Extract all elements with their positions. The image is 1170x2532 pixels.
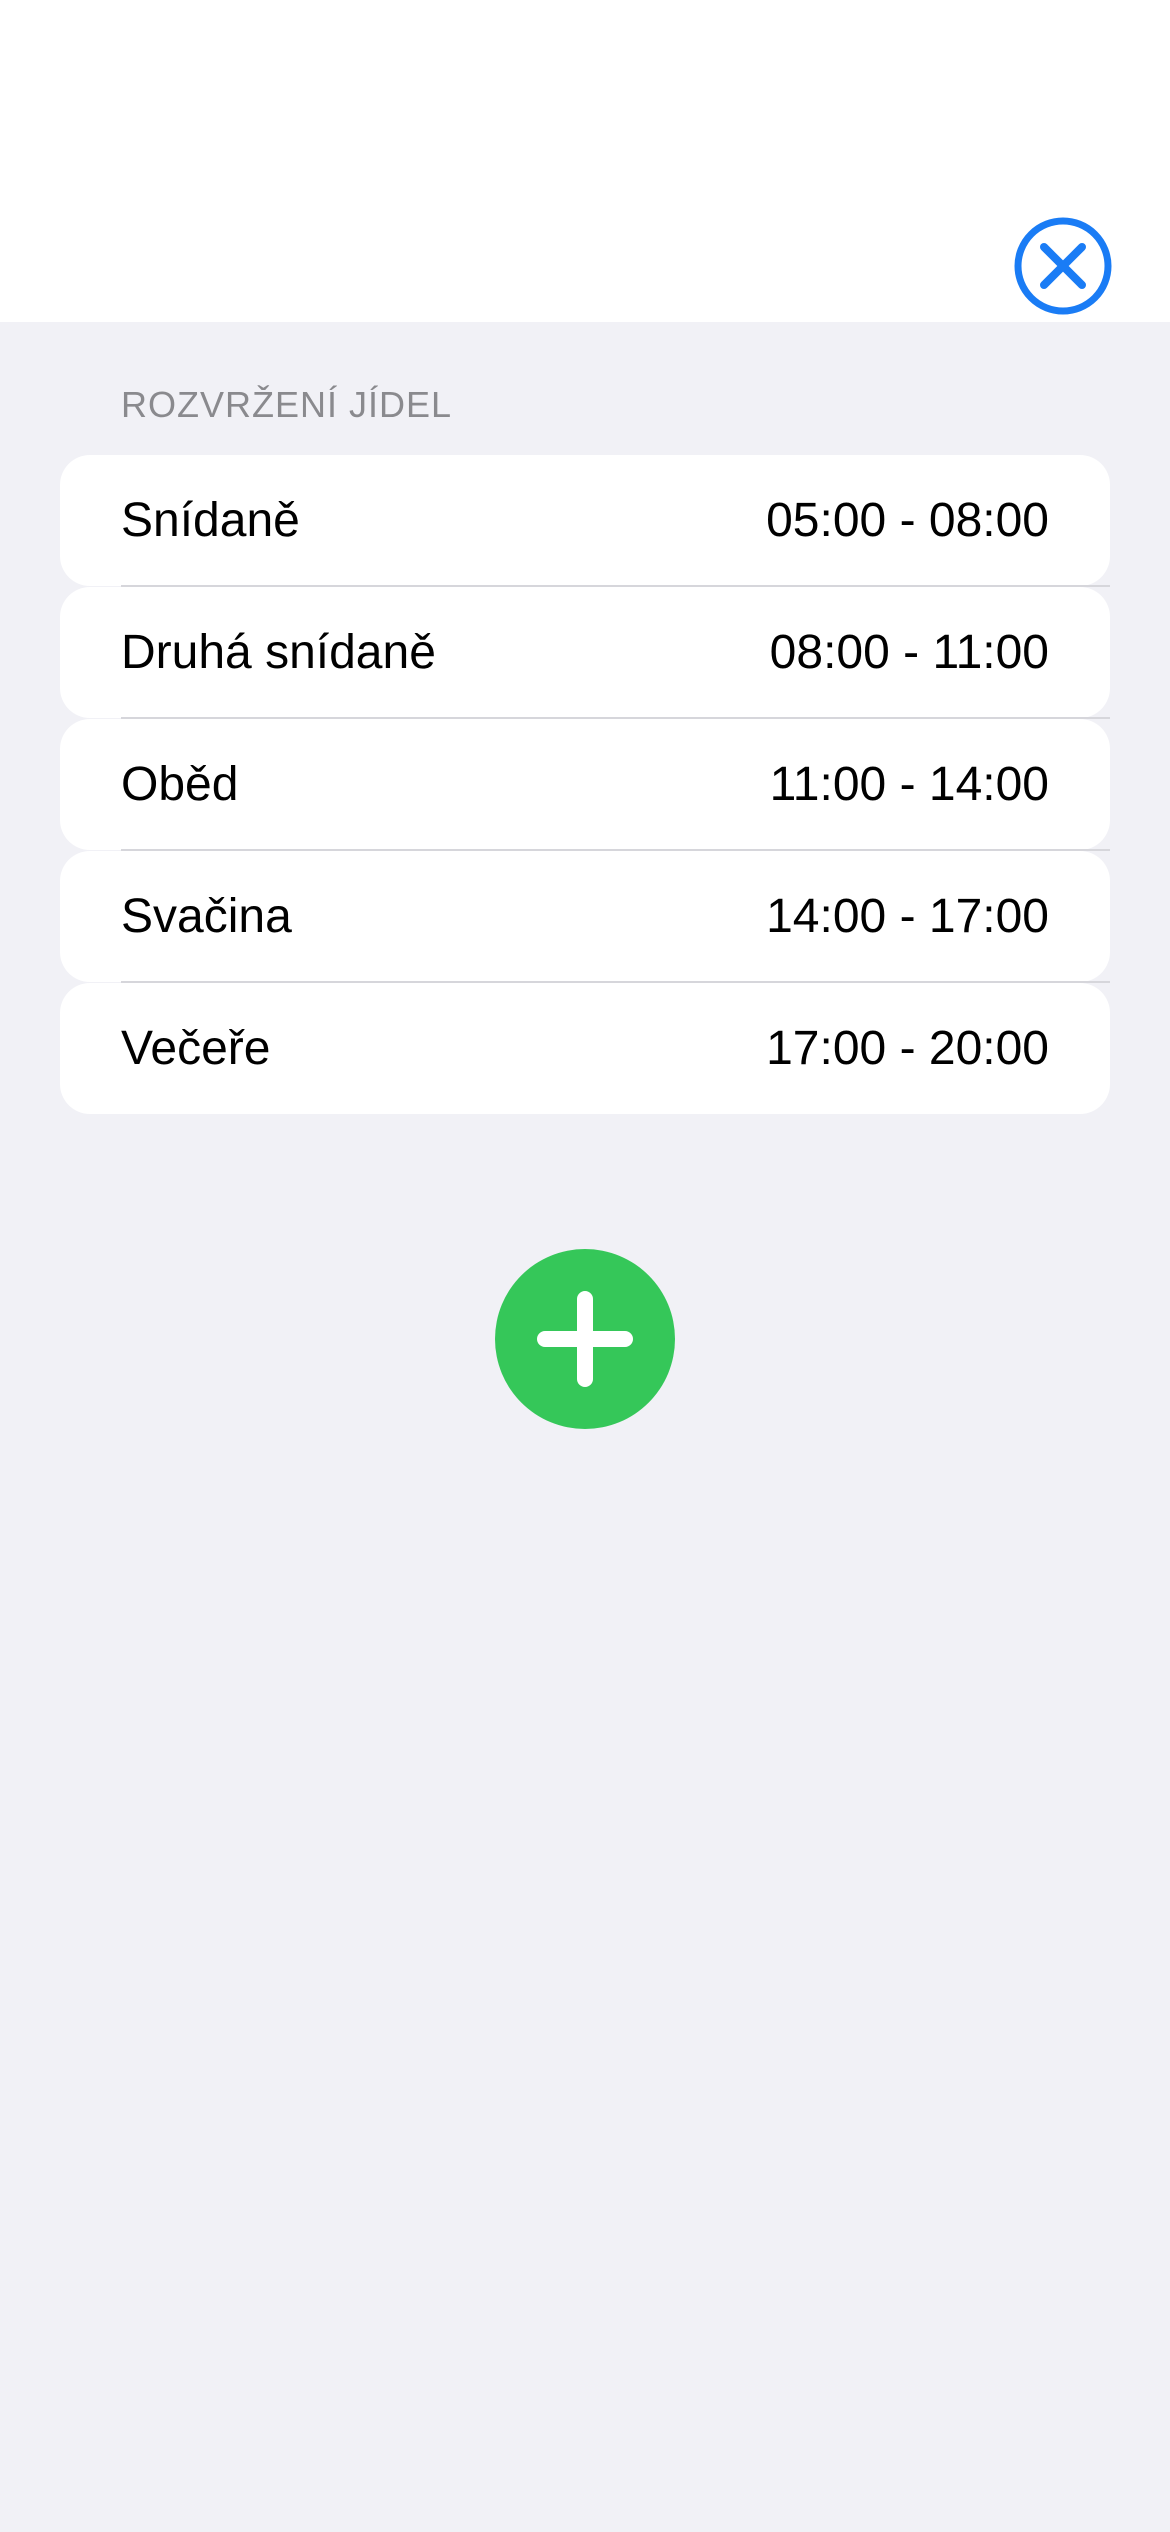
plus-icon bbox=[537, 1291, 633, 1387]
add-meal-button[interactable] bbox=[495, 1249, 675, 1429]
meal-time: 05:00 - 08:00 bbox=[766, 494, 1049, 547]
meal-time: 17:00 - 20:00 bbox=[766, 1022, 1049, 1075]
close-circle-icon bbox=[1014, 217, 1112, 315]
meal-time: 14:00 - 17:00 bbox=[766, 890, 1049, 943]
meal-name: Snídaně bbox=[121, 494, 300, 547]
top-bar bbox=[0, 0, 1170, 322]
meal-row-dinner[interactable]: Večeře 17:00 - 20:00 bbox=[60, 983, 1110, 1114]
section-header: ROZVRŽENÍ JÍDEL bbox=[121, 384, 453, 425]
close-button[interactable] bbox=[1013, 216, 1113, 316]
meal-row-lunch[interactable]: Oběd 11:00 - 14:00 bbox=[60, 719, 1110, 851]
meal-name: Svačina bbox=[121, 890, 292, 943]
meal-name: Oběd bbox=[121, 758, 239, 811]
meal-row-snack[interactable]: Svačina 14:00 - 17:00 bbox=[60, 851, 1110, 983]
meal-name: Druhá snídaně bbox=[121, 626, 436, 679]
meal-row-second-breakfast[interactable]: Druhá snídaně 08:00 - 11:00 bbox=[60, 587, 1110, 719]
meal-row-breakfast[interactable]: Snídaně 05:00 - 08:00 bbox=[60, 455, 1110, 587]
meal-list: Snídaně 05:00 - 08:00 Druhá snídaně 08:0… bbox=[60, 455, 1110, 1115]
meal-time: 11:00 - 14:00 bbox=[769, 758, 1049, 811]
meal-time: 08:00 - 11:00 bbox=[769, 626, 1049, 679]
meal-name: Večeře bbox=[121, 1022, 271, 1075]
